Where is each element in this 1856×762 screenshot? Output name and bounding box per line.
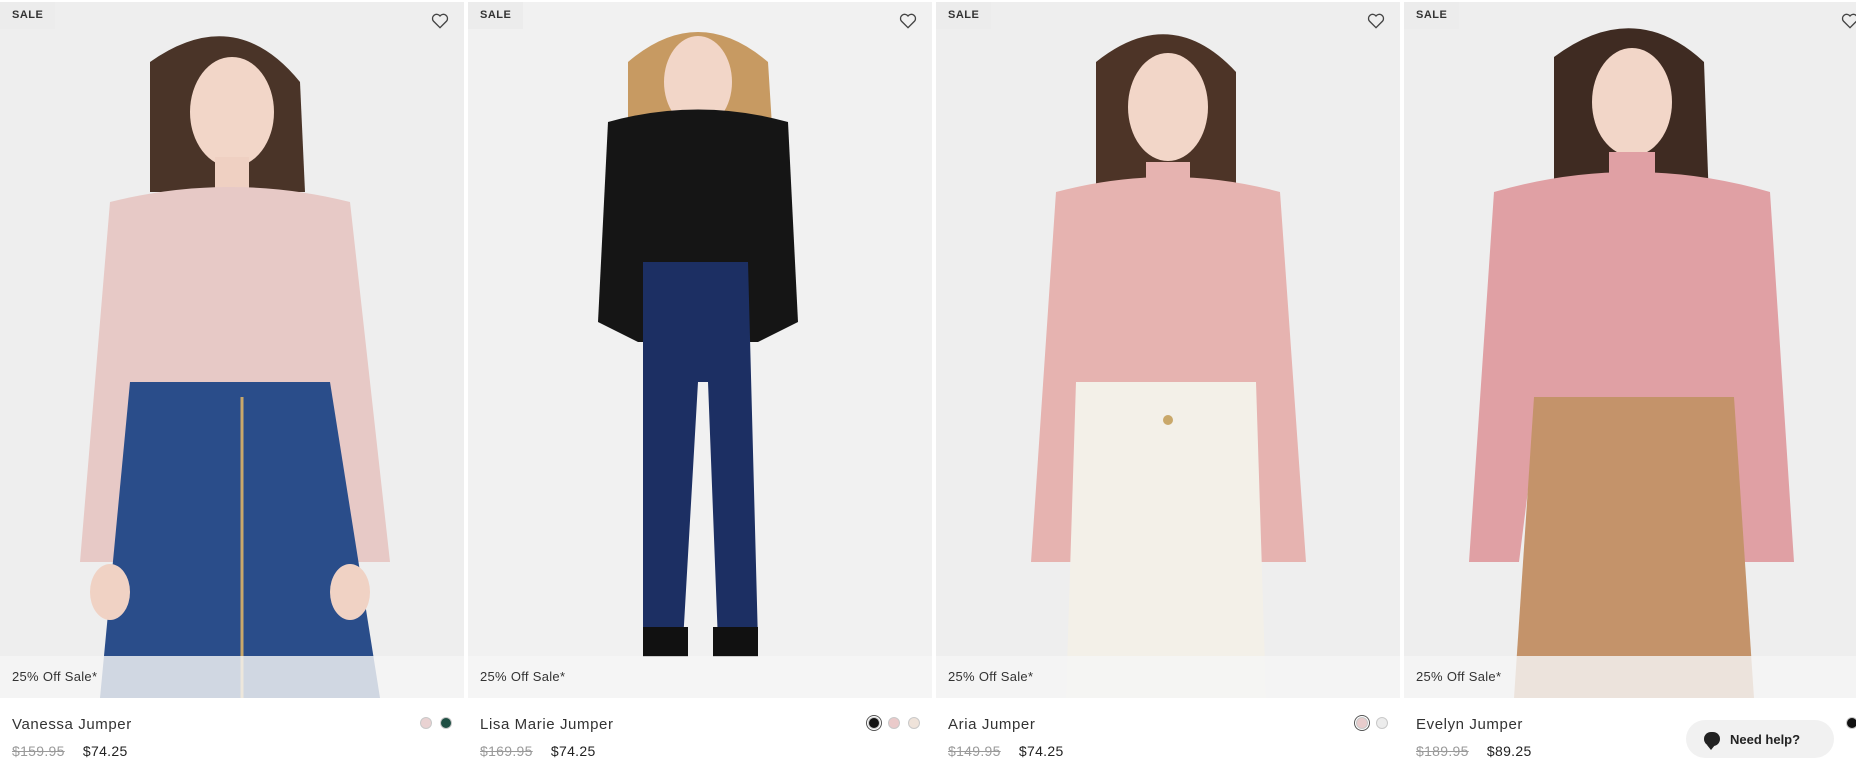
product-prices: $169.95 $74.25 bbox=[480, 743, 596, 759]
sale-price: $74.25 bbox=[82, 743, 128, 759]
color-swatch[interactable] bbox=[868, 717, 880, 729]
color-swatches bbox=[420, 717, 452, 729]
model-illustration bbox=[0, 2, 464, 698]
model-illustration bbox=[936, 2, 1400, 698]
wishlist-heart-icon[interactable] bbox=[1366, 11, 1386, 31]
sale-price: $74.25 bbox=[550, 743, 596, 759]
chat-bubble-icon bbox=[1704, 732, 1720, 750]
product-grid: SALE 25% Off Sale* Vanessa Jumper $159.9… bbox=[0, 0, 1856, 762]
product-card[interactable]: SALE 25% Off Sale* Aria Jumper $149.95 $… bbox=[936, 0, 1400, 762]
product-image[interactable] bbox=[0, 2, 464, 698]
color-swatches bbox=[1356, 717, 1388, 729]
original-price: $189.95 bbox=[1416, 743, 1469, 759]
color-swatch[interactable] bbox=[440, 717, 452, 729]
color-swatch[interactable] bbox=[420, 717, 432, 729]
original-price: $169.95 bbox=[480, 743, 533, 759]
promo-banner: 25% Off Sale* bbox=[936, 656, 1400, 698]
wishlist-heart-icon[interactable] bbox=[898, 11, 918, 31]
product-image[interactable] bbox=[936, 2, 1400, 698]
product-prices: $189.95 $89.25 bbox=[1416, 743, 1532, 759]
product-name[interactable]: Evelyn Jumper bbox=[1416, 716, 1523, 733]
product-card[interactable]: SALE 25% Off Sale* Lisa Marie Jumper $16… bbox=[468, 0, 932, 762]
original-price: $159.95 bbox=[12, 743, 65, 759]
product-image[interactable] bbox=[468, 2, 932, 698]
color-swatch[interactable] bbox=[908, 717, 920, 729]
wishlist-heart-icon[interactable] bbox=[1840, 11, 1856, 31]
product-card[interactable]: SALE 25% Off Sale* Vanessa Jumper $159.9… bbox=[0, 0, 464, 762]
sale-price: $89.25 bbox=[1486, 743, 1532, 759]
product-name[interactable]: Vanessa Jumper bbox=[12, 716, 132, 733]
promo-banner: 25% Off Sale* bbox=[468, 656, 932, 698]
model-illustration bbox=[468, 2, 932, 698]
sale-price: $74.25 bbox=[1018, 743, 1064, 759]
wishlist-heart-icon[interactable] bbox=[430, 11, 450, 31]
color-swatches bbox=[868, 717, 920, 729]
sale-badge: SALE bbox=[0, 2, 56, 29]
product-image[interactable] bbox=[1404, 2, 1856, 698]
product-card[interactable]: SALE 25% Off Sale* Evelyn Jumper $189.95… bbox=[1404, 0, 1856, 762]
product-name[interactable]: Aria Jumper bbox=[948, 716, 1035, 733]
color-swatch[interactable] bbox=[1376, 717, 1388, 729]
sale-badge: SALE bbox=[936, 2, 992, 29]
color-swatches bbox=[1846, 717, 1856, 729]
product-prices: $149.95 $74.25 bbox=[948, 743, 1064, 759]
color-swatch[interactable] bbox=[1846, 717, 1856, 729]
sale-badge: SALE bbox=[1404, 2, 1460, 29]
original-price: $149.95 bbox=[948, 743, 1001, 759]
color-swatch[interactable] bbox=[888, 717, 900, 729]
promo-banner: 25% Off Sale* bbox=[1404, 656, 1856, 698]
sale-badge: SALE bbox=[468, 2, 524, 29]
need-help-chat-button[interactable]: Need help? bbox=[1686, 720, 1834, 758]
promo-banner: 25% Off Sale* bbox=[0, 656, 464, 698]
product-prices: $159.95 $74.25 bbox=[12, 743, 128, 759]
product-name[interactable]: Lisa Marie Jumper bbox=[480, 716, 614, 733]
model-illustration bbox=[1404, 2, 1856, 698]
color-swatch[interactable] bbox=[1356, 717, 1368, 729]
help-label: Need help? bbox=[1730, 731, 1801, 747]
